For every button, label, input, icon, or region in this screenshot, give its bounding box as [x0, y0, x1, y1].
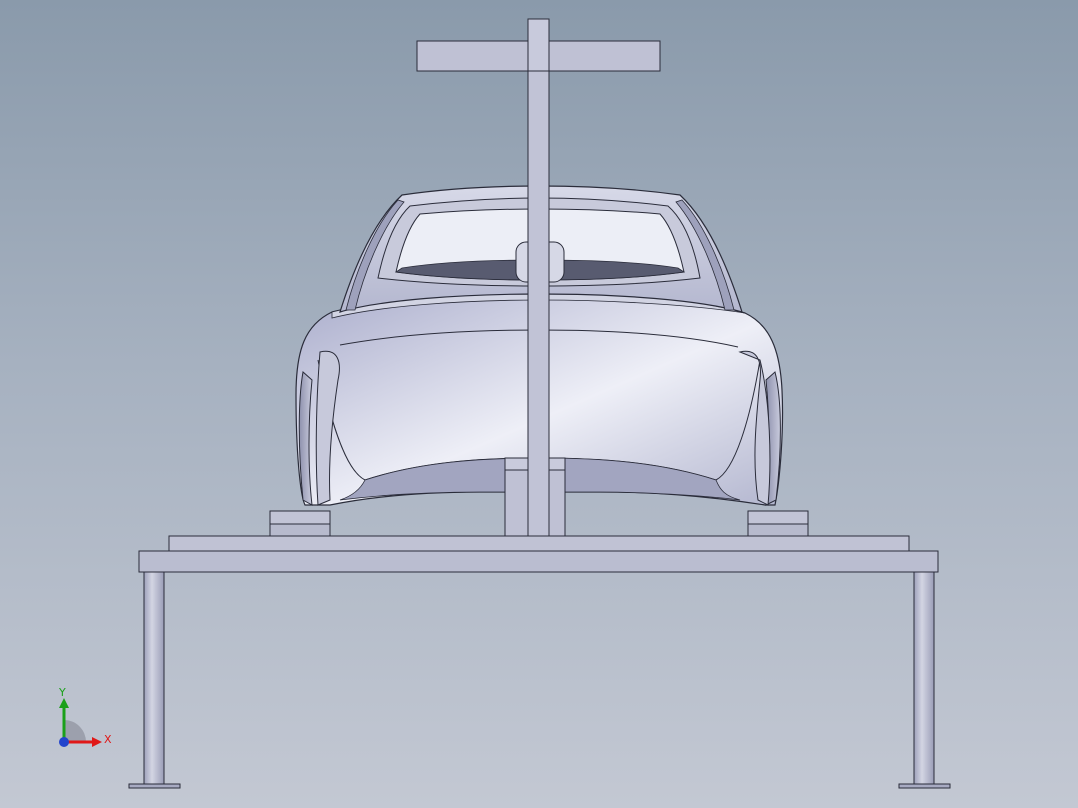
model-view[interactable] [0, 0, 1078, 808]
table-top-plate [138, 550, 939, 573]
reference-triad: X Y [48, 684, 118, 754]
x-axis-arrowhead [92, 737, 102, 747]
support-block-right [747, 510, 809, 537]
x-axis-label: X [104, 733, 112, 746]
y-axis-label: Y [59, 686, 66, 699]
table-leg-right [898, 571, 951, 789]
base-plate [168, 535, 910, 552]
y-axis-arrowhead [59, 698, 69, 708]
table-leg-left [128, 571, 181, 789]
z-axis-indicator [59, 737, 69, 747]
vertical-rod [527, 18, 550, 537]
support-block-left [269, 510, 331, 537]
vertical-rod-top [527, 18, 550, 72]
graphics-viewport[interactable]: X Y [0, 0, 1078, 808]
